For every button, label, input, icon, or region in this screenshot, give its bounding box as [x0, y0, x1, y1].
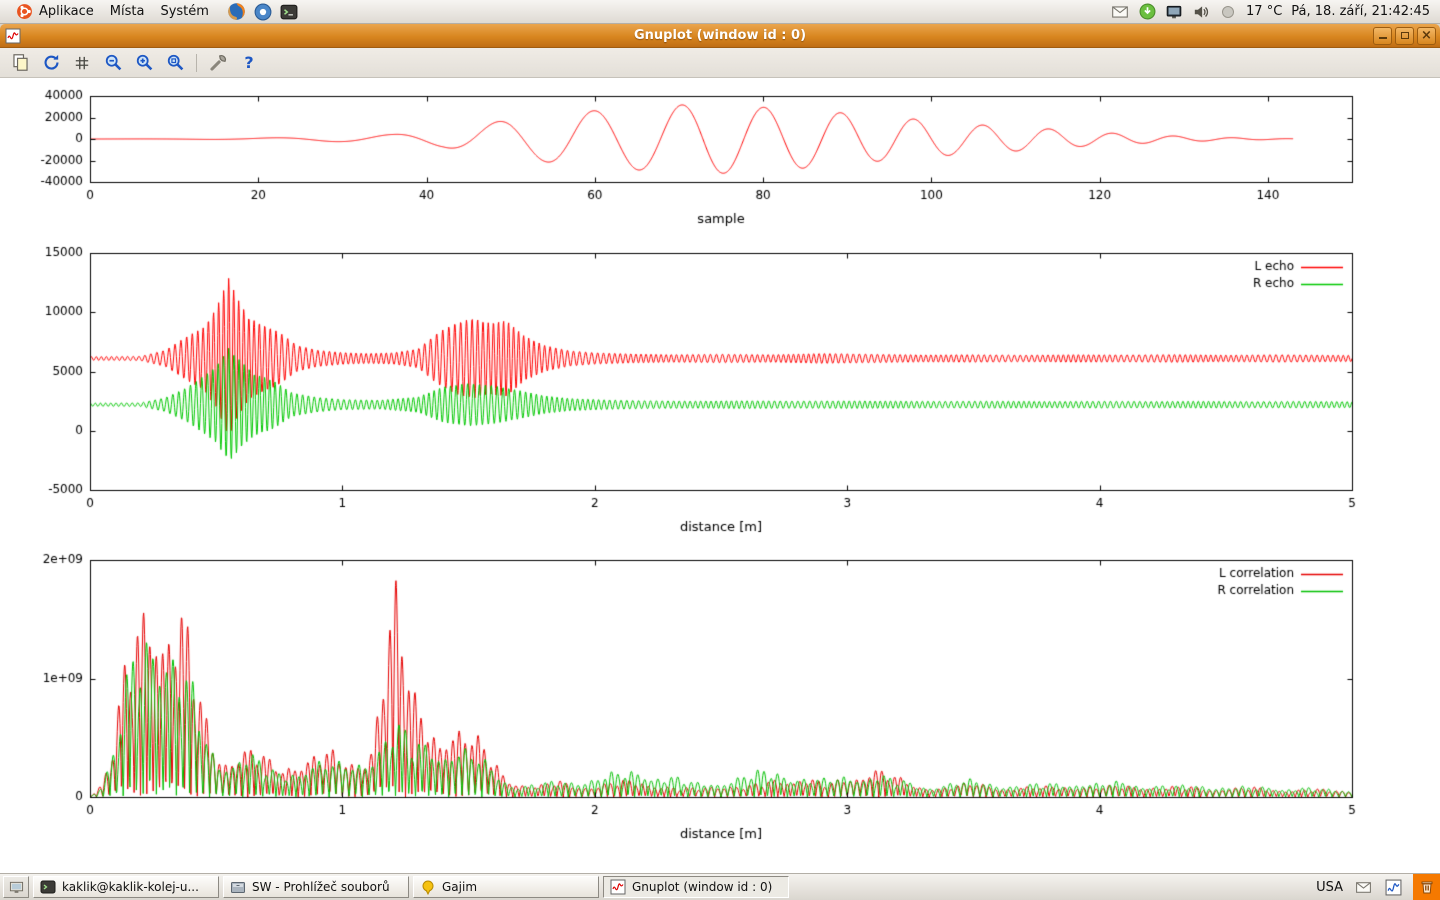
menu-system[interactable]: Systém	[152, 0, 216, 23]
toggle-grid-button[interactable]	[70, 51, 94, 75]
panel-tray: 17 °C Pá, 18. září, 21:42:45	[1111, 3, 1434, 21]
clock[interactable]: Pá, 18. září, 21:42:45	[1291, 4, 1430, 19]
task-button-gnuplot[interactable]: Gnuplot (window id : 0)	[603, 876, 789, 898]
desktop: Aplikace Místa Systém	[0, 0, 1440, 900]
tray-display-icon[interactable]	[1165, 3, 1183, 21]
configure-button[interactable]	[206, 51, 230, 75]
ubuntu-logo-icon	[14, 2, 34, 22]
plot-area	[0, 78, 1440, 873]
menu-places-label: Místa	[110, 4, 145, 19]
trash-icon	[1419, 879, 1435, 895]
window-buttons: ×	[1373, 27, 1436, 45]
weather-temperature[interactable]: 17 °C	[1246, 4, 1282, 19]
help-button[interactable]: ?	[237, 51, 261, 75]
zoom-next-button[interactable]	[132, 51, 156, 75]
tray-update-icon[interactable]	[1138, 3, 1156, 21]
menu-applications-label: Aplikace	[39, 4, 94, 19]
window-title: Gnuplot (window id : 0)	[0, 28, 1440, 43]
autoscale-button[interactable]	[163, 51, 187, 75]
gnuplot-window: Gnuplot (window id : 0) ×	[0, 24, 1440, 873]
firefox-icon[interactable]	[227, 2, 247, 22]
gnome-top-panel: Aplikace Místa Systém	[0, 0, 1440, 24]
close-button[interactable]: ×	[1417, 27, 1436, 45]
question-mark-icon: ?	[244, 53, 253, 72]
gnuplot-icon	[610, 879, 626, 895]
panel-launchers	[227, 2, 299, 22]
menu-places[interactable]: Místa	[102, 0, 153, 23]
gnuplot-toolbar: ?	[0, 48, 1440, 78]
close-icon: ×	[1421, 29, 1432, 42]
chart-sample-waveform[interactable]	[0, 86, 1440, 240]
task-label: SW - Prohlížeč souborů	[252, 880, 390, 894]
task-button-file-manager[interactable]: SW - Prohlížeč souborů	[223, 876, 409, 898]
gnome-bottom-panel: kaklik@kaklik-kolej-u... SW - Prohlížeč …	[0, 873, 1440, 900]
zoom-previous-button[interactable]	[101, 51, 125, 75]
task-label: kaklik@kaklik-kolej-u...	[62, 880, 199, 894]
menu-system-label: Systém	[160, 4, 208, 19]
gnuplot-tray-icon[interactable]	[1383, 877, 1403, 897]
menu-applications[interactable]: Aplikace	[6, 0, 102, 23]
gajim-icon	[420, 879, 436, 895]
task-label: Gnuplot (window id : 0)	[632, 880, 772, 894]
taskbar-tray: USA	[1316, 874, 1440, 900]
tray-volume-icon[interactable]	[1192, 3, 1210, 21]
task-button-terminal[interactable]: kaklik@kaklik-kolej-u...	[33, 876, 219, 898]
toolbar-separator	[196, 54, 197, 72]
maximize-icon	[1401, 32, 1409, 39]
chart-correlation[interactable]	[0, 547, 1440, 847]
terminal-icon	[40, 879, 56, 895]
minimize-button[interactable]	[1373, 27, 1392, 45]
file-manager-icon	[230, 879, 246, 895]
tray-mail-icon[interactable]	[1353, 877, 1373, 897]
maximize-button[interactable]	[1395, 27, 1414, 45]
copy-to-clipboard-button[interactable]	[8, 51, 32, 75]
task-button-gajim[interactable]: Gajim	[413, 876, 599, 898]
terminal-icon[interactable]	[279, 2, 299, 22]
show-desktop-button[interactable]	[3, 876, 29, 898]
titlebar[interactable]: Gnuplot (window id : 0) ×	[0, 24, 1440, 48]
chart-echo-traces[interactable]	[0, 240, 1440, 547]
weather-icon	[1219, 3, 1237, 21]
tray-mail-icon[interactable]	[1111, 3, 1129, 21]
gnuplot-window-icon	[5, 28, 21, 44]
help-icon[interactable]	[253, 2, 273, 22]
task-label: Gajim	[442, 880, 477, 894]
minimize-icon	[1379, 32, 1387, 39]
trash-applet[interactable]	[1413, 874, 1440, 900]
keyboard-layout-indicator[interactable]: USA	[1316, 880, 1343, 895]
replot-button[interactable]	[39, 51, 63, 75]
